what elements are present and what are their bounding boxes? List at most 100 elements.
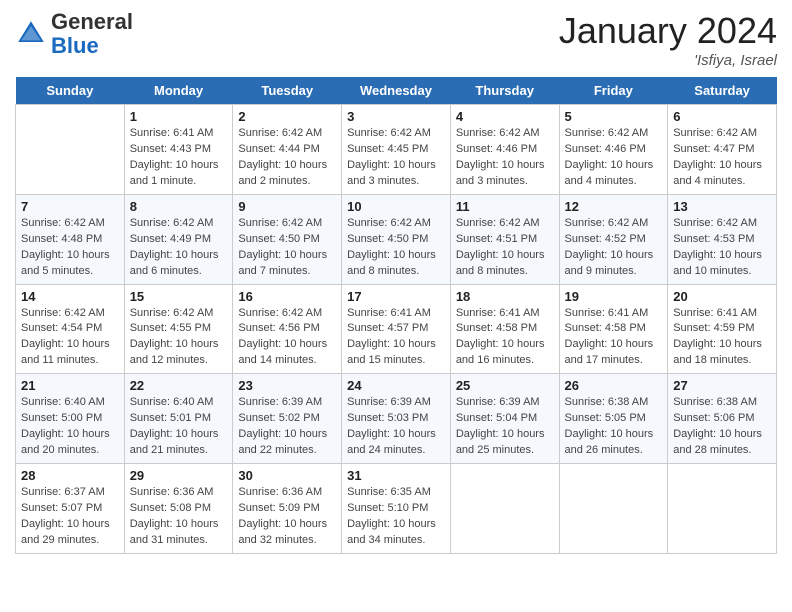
date-number: 6 bbox=[673, 109, 771, 124]
calendar-cell: 2 Sunrise: 6:42 AMSunset: 4:44 PMDaylight… bbox=[233, 105, 342, 195]
week-row-4: 21Sunrise: 6:40 AMSunset: 5:00 PMDayligh… bbox=[16, 374, 777, 464]
location-text: 'Isfiya, Israel bbox=[559, 52, 777, 69]
calendar-cell: 27 Sunrise: 6:38 AMSunset: 5:06 PMDayligh… bbox=[668, 374, 777, 464]
date-number: 7 bbox=[21, 199, 119, 214]
cell-info: Sunrise: 6:42 AMSunset: 4:55 PMDaylight:… bbox=[130, 306, 228, 370]
day-header-sunday: Sunday bbox=[16, 77, 125, 105]
month-title: January 2024 bbox=[559, 10, 777, 52]
date-number: 25 bbox=[456, 378, 554, 393]
calendar-cell: 24 Sunrise: 6:39 AMSunset: 5:03 PMDayligh… bbox=[342, 374, 451, 464]
cell-info: Sunrise: 6:37 AMSunset: 5:07 PMDaylight:… bbox=[21, 485, 119, 549]
cell-info: Sunrise: 6:36 AMSunset: 5:09 PMDaylight:… bbox=[238, 485, 336, 549]
calendar-cell: 13Sunrise: 6:42 AMSunset: 4:53 PMDayligh… bbox=[668, 194, 777, 284]
cell-info: Sunrise: 6:42 AMSunset: 4:54 PMDaylight:… bbox=[21, 306, 119, 370]
logo: General Blue bbox=[15, 10, 133, 58]
date-number: 24 bbox=[347, 378, 445, 393]
date-number: 2 bbox=[238, 109, 336, 124]
calendar-cell: 11 Sunrise: 6:42 AMSunset: 4:51 PMDayligh… bbox=[450, 194, 559, 284]
calendar-cell: 6 Sunrise: 6:42 AMSunset: 4:47 PMDaylight… bbox=[668, 105, 777, 195]
calendar-cell: 9 Sunrise: 6:42 AMSunset: 4:50 PMDaylight… bbox=[233, 194, 342, 284]
date-number: 16 bbox=[238, 289, 336, 304]
date-number: 26 bbox=[565, 378, 663, 393]
date-number: 29 bbox=[130, 468, 228, 483]
week-row-1: 1Sunrise: 6:41 AMSunset: 4:43 PMDaylight… bbox=[16, 105, 777, 195]
calendar-cell: 19 Sunrise: 6:41 AMSunset: 4:58 PMDayligh… bbox=[559, 284, 668, 374]
date-number: 28 bbox=[21, 468, 119, 483]
cell-info: Sunrise: 6:41 AMSunset: 4:57 PMDaylight:… bbox=[347, 306, 445, 370]
calendar-cell: 21Sunrise: 6:40 AMSunset: 5:00 PMDayligh… bbox=[16, 374, 125, 464]
calendar-cell: 29Sunrise: 6:36 AMSunset: 5:08 PMDayligh… bbox=[124, 464, 233, 554]
calendar-cell: 14 Sunrise: 6:42 AMSunset: 4:54 PMDayligh… bbox=[16, 284, 125, 374]
calendar-cell: 28 Sunrise: 6:37 AMSunset: 5:07 PMDayligh… bbox=[16, 464, 125, 554]
page-header: General Blue January 2024 'Isfiya, Israe… bbox=[15, 10, 777, 69]
cell-info: Sunrise: 6:42 AMSunset: 4:50 PMDaylight:… bbox=[347, 216, 445, 280]
date-number: 30 bbox=[238, 468, 336, 483]
cell-info: Sunrise: 6:39 AMSunset: 5:03 PMDaylight:… bbox=[347, 395, 445, 459]
date-number: 5 bbox=[565, 109, 663, 124]
day-header-monday: Monday bbox=[124, 77, 233, 105]
calendar-cell: 3Sunrise: 6:42 AMSunset: 4:45 PMDaylight… bbox=[342, 105, 451, 195]
day-header-thursday: Thursday bbox=[450, 77, 559, 105]
calendar-cell: 18 Sunrise: 6:41 AMSunset: 4:58 PMDayligh… bbox=[450, 284, 559, 374]
day-header-wednesday: Wednesday bbox=[342, 77, 451, 105]
calendar-cell: 8Sunrise: 6:42 AMSunset: 4:49 PMDaylight… bbox=[124, 194, 233, 284]
cell-info: Sunrise: 6:39 AMSunset: 5:02 PMDaylight:… bbox=[238, 395, 336, 459]
title-block: January 2024 'Isfiya, Israel bbox=[559, 10, 777, 69]
date-number: 12 bbox=[565, 199, 663, 214]
date-number: 3 bbox=[347, 109, 445, 124]
calendar-cell: 7 Sunrise: 6:42 AMSunset: 4:48 PMDaylight… bbox=[16, 194, 125, 284]
calendar-cell: 5Sunrise: 6:42 AMSunset: 4:46 PMDaylight… bbox=[559, 105, 668, 195]
cell-info: Sunrise: 6:42 AMSunset: 4:53 PMDaylight:… bbox=[673, 216, 771, 280]
cell-info: Sunrise: 6:41 AMSunset: 4:59 PMDaylight:… bbox=[673, 306, 771, 370]
cell-info: Sunrise: 6:42 AMSunset: 4:56 PMDaylight:… bbox=[238, 306, 336, 370]
week-row-5: 28 Sunrise: 6:37 AMSunset: 5:07 PMDayligh… bbox=[16, 464, 777, 554]
calendar-cell: 23 Sunrise: 6:39 AMSunset: 5:02 PMDayligh… bbox=[233, 374, 342, 464]
cell-info: Sunrise: 6:42 AMSunset: 4:51 PMDaylight:… bbox=[456, 216, 554, 280]
calendar-cell: 25Sunrise: 6:39 AMSunset: 5:04 PMDayligh… bbox=[450, 374, 559, 464]
day-header-saturday: Saturday bbox=[668, 77, 777, 105]
day-header-friday: Friday bbox=[559, 77, 668, 105]
cell-info: Sunrise: 6:42 AMSunset: 4:48 PMDaylight:… bbox=[21, 216, 119, 280]
cell-info: Sunrise: 6:42 AMSunset: 4:52 PMDaylight:… bbox=[565, 216, 663, 280]
cell-info: Sunrise: 6:42 AMSunset: 4:46 PMDaylight:… bbox=[456, 126, 554, 190]
date-number: 22 bbox=[130, 378, 228, 393]
calendar-cell bbox=[668, 464, 777, 554]
logo-general-text: General bbox=[51, 9, 133, 34]
calendar-cell: 4 Sunrise: 6:42 AMSunset: 4:46 PMDaylight… bbox=[450, 105, 559, 195]
logo-icon bbox=[15, 18, 47, 50]
date-number: 20 bbox=[673, 289, 771, 304]
cell-info: Sunrise: 6:35 AMSunset: 5:10 PMDaylight:… bbox=[347, 485, 445, 549]
date-number: 17 bbox=[347, 289, 445, 304]
date-number: 10 bbox=[347, 199, 445, 214]
date-number: 9 bbox=[238, 199, 336, 214]
cell-info: Sunrise: 6:41 AMSunset: 4:58 PMDaylight:… bbox=[565, 306, 663, 370]
day-header-tuesday: Tuesday bbox=[233, 77, 342, 105]
calendar-cell: 16 Sunrise: 6:42 AMSunset: 4:56 PMDayligh… bbox=[233, 284, 342, 374]
header-row: SundayMondayTuesdayWednesdayThursdayFrid… bbox=[16, 77, 777, 105]
cell-info: Sunrise: 6:42 AMSunset: 4:44 PMDaylight:… bbox=[238, 126, 336, 190]
date-number: 23 bbox=[238, 378, 336, 393]
week-row-2: 7 Sunrise: 6:42 AMSunset: 4:48 PMDaylight… bbox=[16, 194, 777, 284]
calendar-cell bbox=[450, 464, 559, 554]
cell-info: Sunrise: 6:41 AMSunset: 4:58 PMDaylight:… bbox=[456, 306, 554, 370]
date-number: 11 bbox=[456, 199, 554, 214]
cell-info: Sunrise: 6:42 AMSunset: 4:47 PMDaylight:… bbox=[673, 126, 771, 190]
date-number: 14 bbox=[21, 289, 119, 304]
calendar-table: SundayMondayTuesdayWednesdayThursdayFrid… bbox=[15, 77, 777, 554]
cell-info: Sunrise: 6:38 AMSunset: 5:06 PMDaylight:… bbox=[673, 395, 771, 459]
date-number: 27 bbox=[673, 378, 771, 393]
date-number: 19 bbox=[565, 289, 663, 304]
calendar-cell bbox=[559, 464, 668, 554]
calendar-cell: 15Sunrise: 6:42 AMSunset: 4:55 PMDayligh… bbox=[124, 284, 233, 374]
calendar-cell: 30 Sunrise: 6:36 AMSunset: 5:09 PMDayligh… bbox=[233, 464, 342, 554]
calendar-cell: 26Sunrise: 6:38 AMSunset: 5:05 PMDayligh… bbox=[559, 374, 668, 464]
date-number: 21 bbox=[21, 378, 119, 393]
cell-info: Sunrise: 6:42 AMSunset: 4:50 PMDaylight:… bbox=[238, 216, 336, 280]
date-number: 18 bbox=[456, 289, 554, 304]
calendar-cell: 12 Sunrise: 6:42 AMSunset: 4:52 PMDayligh… bbox=[559, 194, 668, 284]
calendar-cell: 10 Sunrise: 6:42 AMSunset: 4:50 PMDayligh… bbox=[342, 194, 451, 284]
calendar-cell: 1Sunrise: 6:41 AMSunset: 4:43 PMDaylight… bbox=[124, 105, 233, 195]
calendar-cell bbox=[16, 105, 125, 195]
date-number: 1 bbox=[130, 109, 228, 124]
date-number: 4 bbox=[456, 109, 554, 124]
